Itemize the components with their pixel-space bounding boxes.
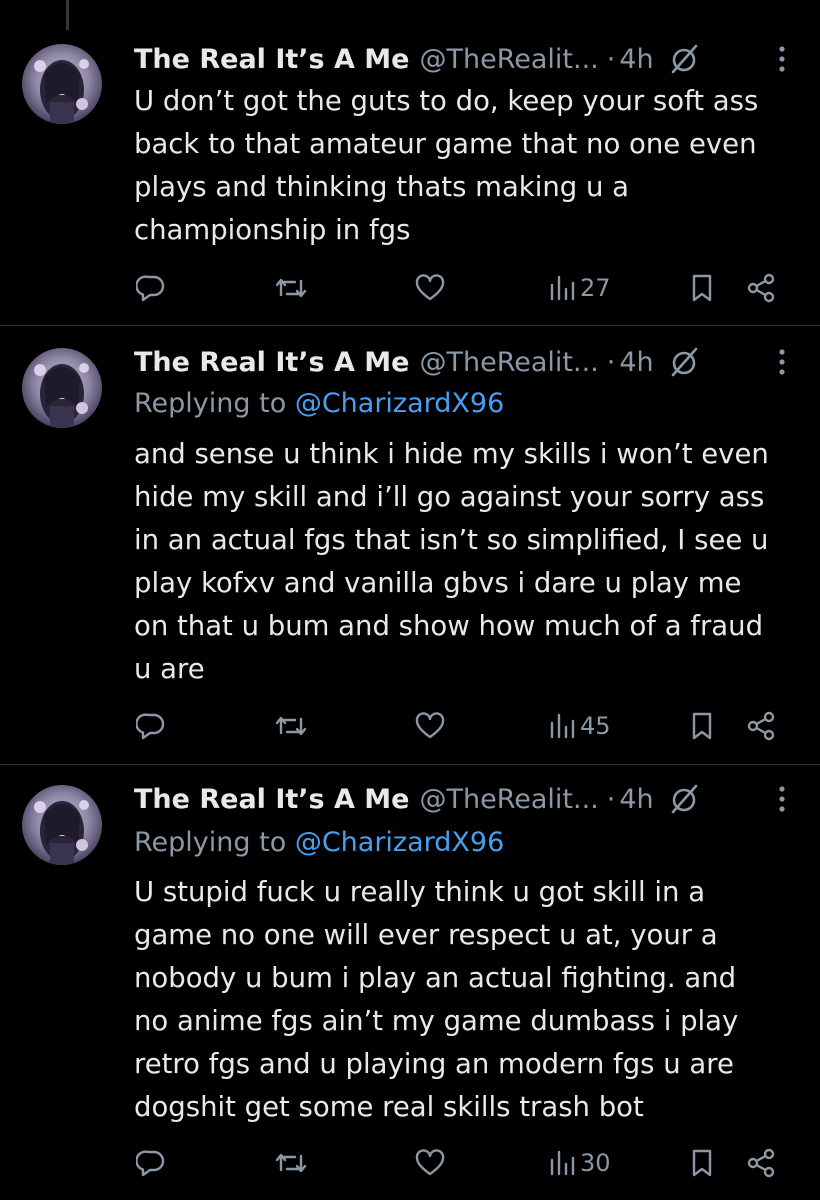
replying-to-label: Replying to (134, 388, 287, 419)
action-bar: 45 (0, 706, 820, 746)
avatar[interactable] (22, 348, 102, 428)
reply-icon (136, 275, 165, 302)
bookmark-icon (692, 712, 712, 740)
avatar-image (34, 800, 89, 865)
separator-dot: · (606, 346, 616, 378)
repost-button[interactable] (274, 706, 308, 746)
timestamp[interactable]: 4h (619, 784, 653, 815)
mention-link[interactable]: @CharizardX96 (295, 388, 504, 419)
timestamp[interactable]: 4h (619, 347, 653, 378)
repost-icon (275, 1153, 307, 1173)
user-handle[interactable]: @TheRealit... (419, 44, 598, 75)
avatar[interactable] (22, 785, 102, 865)
more-icon[interactable] (774, 783, 790, 815)
separator-dot: · (606, 783, 616, 815)
repost-icon (275, 716, 307, 736)
reply-button[interactable] (136, 1143, 166, 1183)
views-icon (550, 713, 575, 739)
views-count: 27 (580, 274, 611, 302)
reply-button[interactable] (136, 268, 166, 308)
grok-icon[interactable] (668, 43, 700, 75)
mention-link[interactable]: @CharizardX96 (295, 827, 504, 858)
tweet[interactable]: The Real It’s A Me @TheRealit... · 4h Re… (0, 765, 820, 1200)
separator-dot: · (606, 43, 616, 75)
grok-icon[interactable] (668, 346, 700, 378)
tweet[interactable]: The Real It’s A Me @TheRealit... · 4h U … (0, 0, 820, 325)
like-button[interactable] (414, 268, 446, 308)
share-icon (747, 273, 775, 303)
reply-icon (136, 1150, 165, 1177)
repost-icon (275, 278, 307, 298)
more-icon[interactable] (774, 43, 790, 75)
display-name[interactable]: The Real It’s A Me (134, 44, 409, 75)
tweet-header: The Real It’s A Me @TheRealit... · 4h (134, 342, 790, 382)
views-count: 45 (580, 712, 611, 740)
views-button[interactable]: 27 (548, 268, 611, 308)
bookmark-button[interactable] (690, 1143, 714, 1183)
tweet-header: The Real It’s A Me @TheRealit... · 4h (134, 39, 790, 79)
views-button[interactable]: 45 (548, 706, 611, 746)
tweet-text: U stupid fuck u really think u got skill… (134, 876, 739, 1123)
bookmark-button[interactable] (690, 706, 714, 746)
tweet-header: The Real It’s A Me @TheRealit... · 4h (134, 779, 790, 819)
share-icon (747, 711, 775, 741)
like-button[interactable] (414, 706, 446, 746)
share-button[interactable] (746, 1143, 776, 1183)
replying-to-line: Replying to @CharizardX96 (134, 388, 504, 419)
action-bar: 30 (0, 1143, 820, 1183)
timestamp[interactable]: 4h (619, 44, 653, 75)
like-button[interactable] (414, 1143, 446, 1183)
views-icon (550, 275, 575, 301)
bookmark-button[interactable] (690, 268, 714, 308)
views-count: 30 (580, 1149, 611, 1177)
user-handle[interactable]: @TheRealit... (419, 347, 598, 378)
more-icon[interactable] (774, 346, 790, 378)
share-button[interactable] (746, 268, 776, 308)
action-bar: 27 (0, 268, 820, 308)
replying-to-label: Replying to (134, 827, 287, 858)
user-handle[interactable]: @TheRealit... (419, 784, 598, 815)
heart-icon (415, 274, 445, 301)
grok-icon[interactable] (668, 783, 700, 815)
share-icon (747, 1148, 775, 1178)
tweet-text: U don’t got the guts to do, keep your so… (134, 85, 759, 246)
repost-button[interactable] (274, 268, 308, 308)
avatar-image (34, 59, 89, 124)
views-button[interactable]: 30 (548, 1143, 611, 1183)
reply-icon (136, 713, 165, 740)
display-name[interactable]: The Real It’s A Me (134, 784, 409, 815)
views-icon (550, 1150, 575, 1176)
display-name[interactable]: The Real It’s A Me (134, 347, 409, 378)
avatar-image (34, 363, 89, 428)
tweet[interactable]: The Real It’s A Me @TheRealit... · 4h Re… (0, 326, 820, 764)
tweet-text: and sense u think i hide my skills i won… (134, 438, 769, 685)
repost-button[interactable] (274, 1143, 308, 1183)
replying-to-line: Replying to @CharizardX96 (134, 827, 504, 858)
heart-icon (415, 1149, 445, 1176)
bookmark-icon (692, 274, 712, 302)
avatar[interactable] (22, 44, 102, 124)
reply-button[interactable] (136, 706, 166, 746)
bookmark-icon (692, 1149, 712, 1177)
heart-icon (415, 712, 445, 739)
share-button[interactable] (746, 706, 776, 746)
